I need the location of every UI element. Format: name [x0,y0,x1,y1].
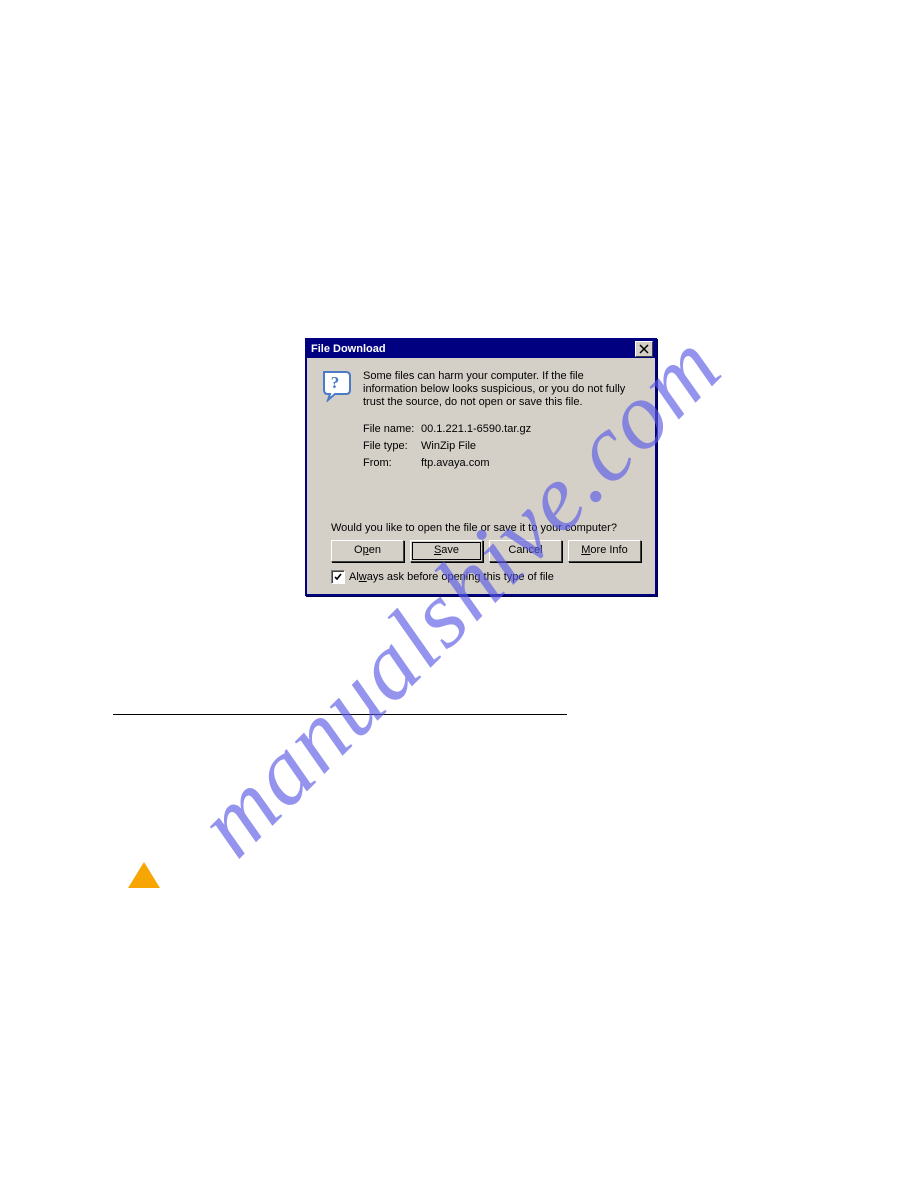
from-value: ftp.avaya.com [421,455,489,472]
always-ask-row[interactable]: Always ask before opening this type of f… [331,570,641,584]
section-divider [113,714,567,715]
check-icon [333,572,343,582]
dialog-title: File Download [311,343,386,355]
svg-text:?: ? [331,373,340,392]
cancel-button[interactable]: Cancel [489,540,562,562]
always-ask-checkbox[interactable] [331,570,345,584]
filetype-label: File type: [363,438,421,455]
open-button[interactable]: Open [331,540,404,562]
close-icon [639,344,649,354]
file-name-row: File name: 00.1.221.1-6590.tar.gz [363,421,641,438]
file-download-dialog: File Download ? Some files can harm your… [305,338,657,596]
prompt-text: Would you like to open the file or save … [331,522,641,534]
always-ask-label: Always ask before opening this type of f… [349,571,554,583]
more-info-button[interactable]: More Info [568,540,641,562]
close-button[interactable] [635,341,653,357]
filename-value: 00.1.221.1-6590.tar.gz [421,421,531,438]
file-type-row: File type: WinZip File [363,438,641,455]
warning-text: Some files can harm your computer. If th… [363,370,641,409]
button-row: Open Save Cancel More Info [331,540,641,562]
question-icon: ? [321,370,353,402]
from-row: From: ftp.avaya.com [363,455,641,472]
filename-label: File name: [363,421,421,438]
from-label: From: [363,455,421,472]
warning-triangle-icon [128,862,160,888]
dialog-body: ? Some files can harm your computer. If … [307,358,655,594]
title-bar[interactable]: File Download [307,340,655,358]
save-button[interactable]: Save [410,540,483,562]
filetype-value: WinZip File [421,438,476,455]
